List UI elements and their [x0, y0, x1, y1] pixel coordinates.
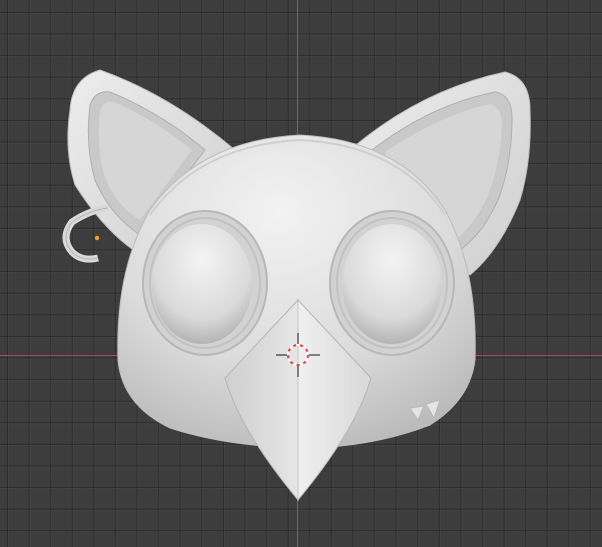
left-eye[interactable] — [142, 210, 268, 356]
right-eye[interactable] — [329, 210, 455, 356]
3d-viewport[interactable] — [0, 0, 602, 547]
owl-mask-model[interactable] — [0, 0, 602, 547]
origin-point — [94, 235, 100, 241]
